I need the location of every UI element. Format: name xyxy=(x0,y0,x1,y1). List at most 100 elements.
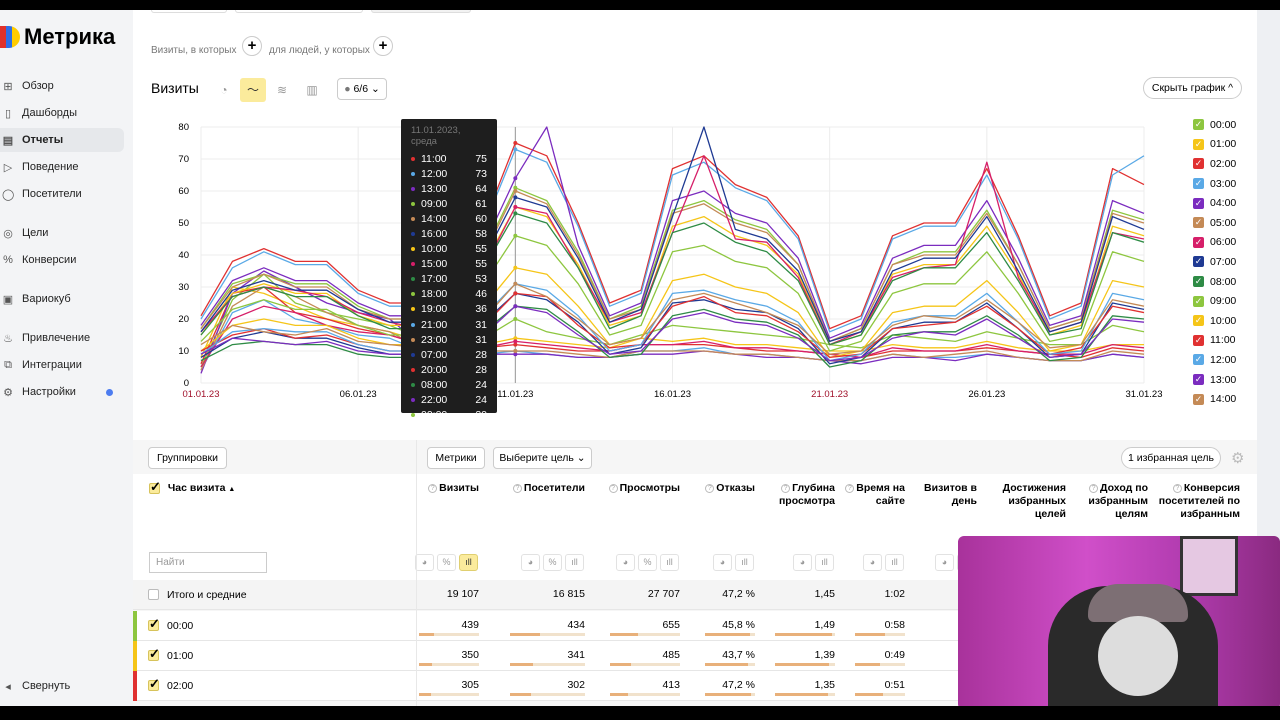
row-checkbox[interactable] xyxy=(148,646,160,662)
checkbox-checked-icon[interactable]: ✓ xyxy=(1193,295,1204,307)
pie-chart-icon[interactable]: ◔ xyxy=(211,78,237,102)
column-header[interactable]: ? Доход по избранным целям xyxy=(1068,482,1148,521)
line-chart[interactable]: 0 10 20 30 40 50 60 70 80 01.01.23 06.01.23 11.01.2… xyxy=(133,110,1257,420)
sidebar-item-3[interactable]: ▷ Поведение xyxy=(0,155,124,179)
legend-item[interactable]: ✓ 10:00 xyxy=(1193,311,1257,331)
sidebar-item-7[interactable]: ▣ Вариокуб xyxy=(0,287,124,311)
row-checkbox[interactable] xyxy=(148,616,160,632)
checkbox-checked-icon[interactable]: ✓ xyxy=(1193,315,1204,327)
checkbox-checked-icon[interactable]: ✓ xyxy=(1193,334,1204,346)
metrics-button[interactable]: Метрики xyxy=(427,447,485,469)
checkbox-checked-icon[interactable]: ✓ xyxy=(1193,197,1204,209)
percent-icon[interactable]: % xyxy=(437,554,456,571)
legend-item[interactable]: ✓ 05:00 xyxy=(1193,213,1257,233)
bar-chart-icon[interactable]: ıll xyxy=(815,554,834,571)
checkbox-checked-icon[interactable]: ✓ xyxy=(1193,119,1204,131)
hide-chart-button[interactable]: Скрыть график ^ xyxy=(1143,77,1242,99)
help-icon[interactable]: ? xyxy=(428,484,438,493)
column-header[interactable]: ? Глубина просмотра xyxy=(755,482,835,508)
column-header[interactable]: ? Посетители xyxy=(490,482,585,495)
stacked-area-icon[interactable]: ≋ xyxy=(269,78,295,102)
row-checkbox[interactable] xyxy=(148,676,160,692)
line-chart-icon[interactable]: 〜 xyxy=(240,78,266,102)
legend-item[interactable]: ✓15:00 xyxy=(1193,409,1257,414)
groupings-button[interactable]: Группировки xyxy=(148,447,227,469)
legend-item[interactable]: ✓ 13:00 xyxy=(1193,370,1257,390)
pie-icon[interactable]: ◕ xyxy=(415,554,434,571)
legend-item[interactable]: ✓ 09:00 xyxy=(1193,291,1257,311)
pie-icon[interactable]: ◕ xyxy=(616,554,635,571)
bar-chart-icon[interactable]: ıll xyxy=(565,554,584,571)
sidebar-item-9[interactable]: ⧉ Интеграции xyxy=(0,353,124,377)
legend-item[interactable]: ✓ 01:00 xyxy=(1193,135,1257,155)
checkbox-checked-icon[interactable]: ✓ xyxy=(1193,276,1204,288)
column-chart-icon[interactable]: ▥ xyxy=(299,78,325,102)
pie-icon[interactable]: ◕ xyxy=(521,554,540,571)
column-header[interactable]: ? Конверсия посетителей по избранным xyxy=(1145,482,1240,521)
help-icon[interactable]: ? xyxy=(781,484,791,493)
collapse-sidebar-button[interactable]: ◂ Свернуть xyxy=(0,674,124,698)
search-input[interactable]: Найти xyxy=(149,552,267,573)
checkbox-checked-icon[interactable]: ✓ xyxy=(1193,393,1204,405)
select-all-checkbox[interactable] xyxy=(149,479,161,495)
bar-chart-icon[interactable]: ıll xyxy=(459,554,478,571)
pie-icon[interactable]: ◕ xyxy=(793,554,812,571)
help-icon[interactable]: ? xyxy=(705,484,715,493)
sidebar-item-8[interactable]: ♨ Привлечение xyxy=(0,326,124,350)
legend-item[interactable]: ✓ 04:00 xyxy=(1193,193,1257,213)
filter-field[interactable] xyxy=(235,10,363,13)
sidebar-item-5[interactable]: ◎ Цели xyxy=(0,221,124,245)
row-checkbox[interactable] xyxy=(148,588,159,600)
column-header[interactable]: ? Время на сайте xyxy=(835,482,905,508)
settings-gear-icon[interactable]: ⚙ xyxy=(1231,449,1244,467)
legend-item[interactable]: ✓ 14:00 xyxy=(1193,389,1257,409)
column-header[interactable]: ? Визиты xyxy=(399,482,479,495)
favorite-goals-button[interactable]: 1 избранная цель xyxy=(1121,447,1221,469)
help-icon[interactable]: ? xyxy=(512,484,522,493)
dimension-header[interactable]: Час визита xyxy=(168,482,226,494)
sidebar-item-2[interactable]: ▤ Отчеты xyxy=(0,128,124,152)
pie-icon[interactable]: ◕ xyxy=(713,554,732,571)
help-icon[interactable]: ? xyxy=(1172,484,1182,493)
legend-item[interactable]: ✓ 08:00 xyxy=(1193,272,1257,292)
legend-item[interactable]: ✓ 11:00 xyxy=(1193,331,1257,351)
filter-field[interactable] xyxy=(151,10,227,13)
legend-item[interactable]: ✓ 00:00 xyxy=(1193,115,1257,135)
series-selector[interactable]: ● 6/6 ⌄ xyxy=(337,78,387,100)
legend-item[interactable]: ✓ 12:00 xyxy=(1193,350,1257,370)
checkbox-checked-icon[interactable]: ✓ xyxy=(1193,138,1204,150)
goal-select[interactable]: Выберите цель ⌄ xyxy=(493,447,592,469)
checkbox-checked-icon[interactable]: ✓ xyxy=(1193,374,1204,386)
column-header[interactable]: ? Просмотры xyxy=(590,482,680,495)
add-people-segment-button[interactable]: + xyxy=(373,36,393,56)
checkbox-checked-icon[interactable]: ✓ xyxy=(1193,178,1204,190)
percent-icon[interactable]: % xyxy=(638,554,657,571)
add-visit-segment-button[interactable]: + xyxy=(242,36,262,56)
pie-icon[interactable]: ◕ xyxy=(935,554,954,571)
legend-item[interactable]: ✓ 07:00 xyxy=(1193,252,1257,272)
bar-chart-icon[interactable]: ıll xyxy=(885,554,904,571)
checkbox-checked-icon[interactable]: ✓ xyxy=(1193,236,1204,248)
help-icon[interactable]: ? xyxy=(1089,484,1099,493)
column-header[interactable]: Визитов в день xyxy=(907,482,977,508)
checkbox-checked-icon[interactable]: ✓ xyxy=(1193,256,1204,268)
percent-icon[interactable]: % xyxy=(543,554,562,571)
sidebar-item-1[interactable]: ▯ Дашборды xyxy=(0,101,124,125)
sidebar-item-0[interactable]: ⊞ Обзор xyxy=(0,74,124,98)
legend-item[interactable]: ✓ 02:00 xyxy=(1193,154,1257,174)
filter-field[interactable] xyxy=(371,10,471,13)
legend-item[interactable]: ✓ 03:00 xyxy=(1193,174,1257,194)
column-header[interactable]: ? Отказы xyxy=(685,482,755,495)
sidebar-item-6[interactable]: % Конверсии xyxy=(0,248,124,272)
checkbox-checked-icon[interactable]: ✓ xyxy=(1193,354,1204,366)
sidebar-item-4[interactable]: ◯ Посетители xyxy=(0,182,124,206)
bar-chart-icon[interactable]: ıll xyxy=(660,554,679,571)
pie-icon[interactable]: ◕ xyxy=(863,554,882,571)
bar-chart-icon[interactable]: ıll xyxy=(735,554,754,571)
legend-item[interactable]: ✓ 06:00 xyxy=(1193,233,1257,253)
help-icon[interactable]: ? xyxy=(845,484,855,493)
column-header[interactable]: Достижения избранных целей xyxy=(976,482,1066,521)
checkbox-checked-icon[interactable]: ✓ xyxy=(1193,217,1204,229)
sidebar-item-10[interactable]: ⚙ Настройки xyxy=(0,380,124,404)
checkbox-checked-icon[interactable]: ✓ xyxy=(1193,158,1204,170)
